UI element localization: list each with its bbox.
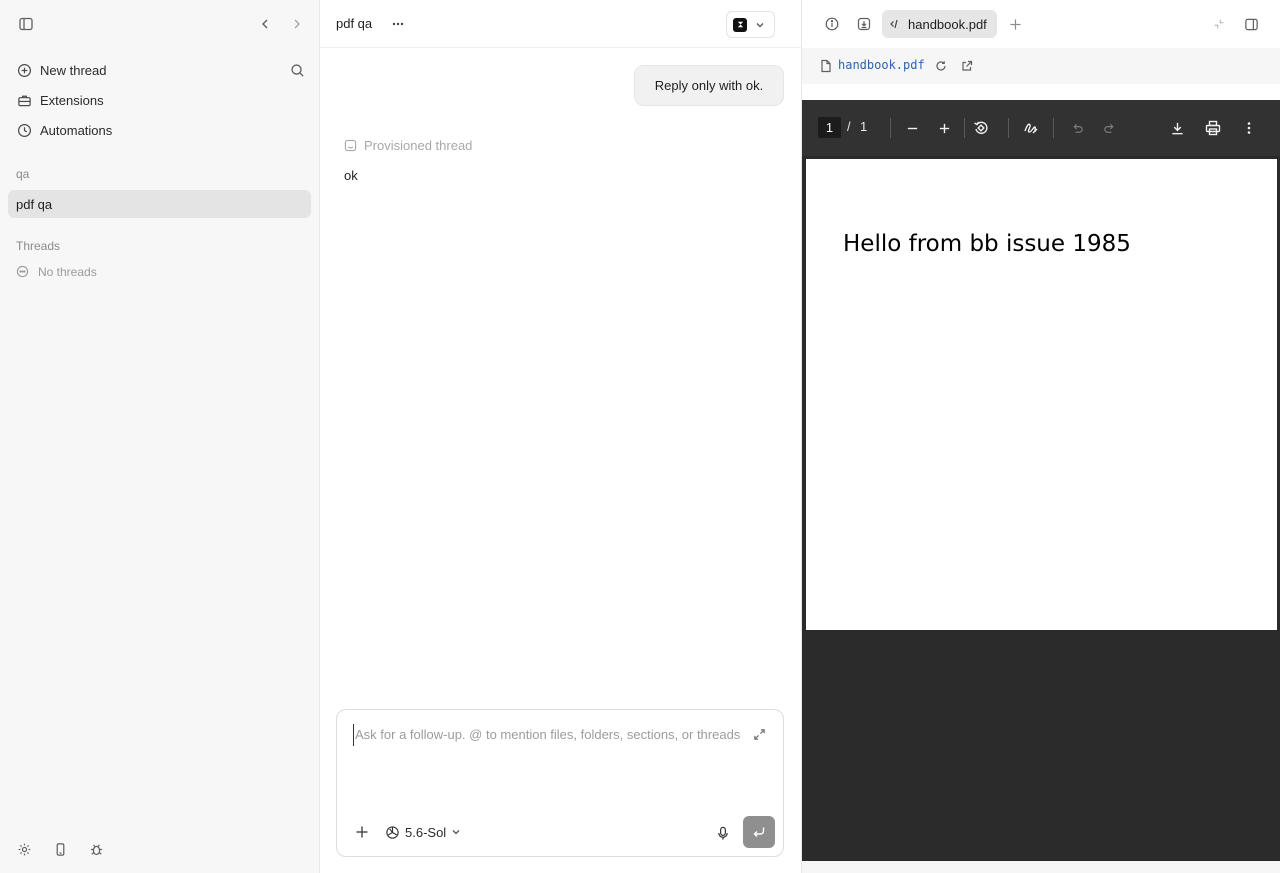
- model-logo-icon: [385, 825, 400, 840]
- automations-button[interactable]: Automations: [8, 116, 312, 144]
- mobile-device-icon[interactable]: [50, 839, 70, 859]
- forward-icon[interactable]: [287, 14, 307, 34]
- toolbar-divider: [1008, 118, 1009, 138]
- download-box-icon[interactable]: [854, 14, 874, 34]
- expand-icon[interactable]: [751, 726, 767, 742]
- plus-circle-icon: [16, 62, 32, 78]
- browser-panel: handbook.pdf handbook.pdf 1 / 1 Hello fr…: [801, 0, 1280, 873]
- chat-panel: pdf qa Reply only with ok. Provisioned t…: [320, 0, 801, 873]
- toggle-panel-icon[interactable]: [1241, 14, 1261, 34]
- clock-icon: [16, 122, 32, 138]
- add-attachment-icon[interactable]: [353, 823, 371, 841]
- extensions-label: Extensions: [40, 92, 104, 108]
- model-selector[interactable]: 5.6-Sol: [385, 823, 461, 841]
- threads-section-label: Threads: [16, 239, 61, 253]
- toggle-sidebar-icon[interactable]: [16, 14, 36, 34]
- file-icon: [816, 56, 836, 76]
- rotate-icon[interactable]: [970, 117, 992, 139]
- assistant-message: ok: [344, 168, 358, 183]
- extensions-button[interactable]: Extensions: [8, 86, 312, 114]
- open-in-app-dropdown[interactable]: [726, 11, 775, 38]
- tab-label: handbook.pdf: [908, 16, 987, 32]
- no-threads-indicator: No threads: [16, 263, 97, 281]
- app-logo-icon: [733, 17, 747, 32]
- send-arrow-icon: [752, 825, 766, 839]
- sidebar: New thread Extensions Automations qa pdf…: [0, 0, 320, 873]
- reload-icon[interactable]: [931, 56, 951, 76]
- microphone-icon[interactable]: [713, 823, 733, 843]
- pdf-text-content: Hello from bb issue 1985: [843, 231, 1131, 257]
- pdf-toolbar: 1 / 1: [802, 100, 1280, 156]
- provisioned-thread-notice: Provisioned thread: [344, 137, 472, 153]
- chat-bubble-icon: [16, 265, 30, 279]
- undo-icon[interactable]: [1066, 117, 1088, 139]
- collapse-icon[interactable]: [1209, 14, 1229, 34]
- url-link[interactable]: handbook.pdf: [838, 58, 925, 72]
- message-composer: Ask for a follow-up. @ to mention files,…: [336, 709, 784, 857]
- briefcase-icon: [16, 92, 32, 108]
- settings-icon[interactable]: [14, 839, 34, 859]
- print-icon[interactable]: [1202, 117, 1224, 139]
- address-bar: handbook.pdf: [802, 48, 1280, 84]
- more-options-icon[interactable]: [388, 14, 408, 34]
- back-icon[interactable]: [255, 14, 275, 34]
- provisioned-label: Provisioned thread: [364, 137, 473, 153]
- new-thread-button[interactable]: New thread: [8, 56, 312, 84]
- page-total: 1: [860, 119, 868, 134]
- draw-annotation-icon[interactable]: [1020, 117, 1042, 139]
- follow-up-input[interactable]: Ask for a follow-up. @ to mention files,…: [353, 724, 743, 746]
- model-name: 5.6-Sol: [405, 824, 447, 840]
- send-button[interactable]: [743, 816, 775, 848]
- search-icon[interactable]: [287, 60, 307, 80]
- code-icon: [890, 18, 902, 30]
- thread-title[interactable]: pdf qa: [336, 16, 372, 31]
- browser-tab-bar: handbook.pdf: [802, 0, 1280, 48]
- status-strip: [802, 861, 1280, 873]
- chevron-down-icon: [451, 827, 461, 837]
- new-thread-label: New thread: [40, 62, 107, 78]
- provisioned-icon: [344, 139, 357, 152]
- no-threads-label: No threads: [38, 265, 97, 279]
- new-tab-icon[interactable]: [1005, 14, 1025, 34]
- info-icon[interactable]: [822, 14, 842, 34]
- page-number-input[interactable]: 1: [818, 117, 841, 138]
- zoom-out-icon[interactable]: [901, 117, 923, 139]
- pdf-page: Hello from bb issue 1985: [806, 159, 1277, 630]
- automations-label: Automations: [40, 122, 113, 138]
- toolbar-divider: [1053, 118, 1054, 138]
- open-external-icon[interactable]: [957, 56, 977, 76]
- project-item-pdf-qa[interactable]: pdf qa: [8, 190, 311, 218]
- bug-report-icon[interactable]: [86, 839, 106, 859]
- user-message: Reply only with ok.: [634, 65, 784, 106]
- pdf-viewer: 1 / 1 Hello from bb issue 1985: [802, 100, 1280, 861]
- page-separator: /: [847, 119, 851, 134]
- toolbar-divider: [890, 118, 891, 138]
- download-icon[interactable]: [1166, 117, 1188, 139]
- chevron-down-icon: [755, 20, 765, 30]
- redo-icon[interactable]: [1098, 117, 1120, 139]
- tab-handbook-pdf[interactable]: handbook.pdf: [882, 10, 997, 38]
- chat-header: pdf qa: [320, 0, 801, 48]
- project-group-label: qa: [16, 167, 30, 181]
- toolbar-divider: [964, 118, 965, 138]
- more-vertical-icon[interactable]: [1238, 117, 1260, 139]
- zoom-in-icon[interactable]: [933, 117, 955, 139]
